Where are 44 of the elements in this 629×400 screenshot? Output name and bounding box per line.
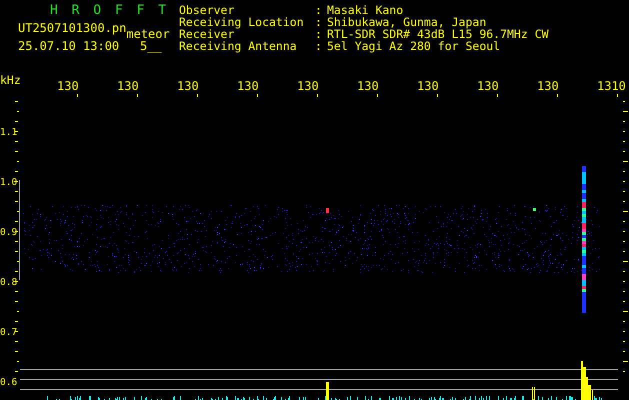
frequency-tick [257,94,258,97]
file-name: UT2507101300.pn [18,21,126,37]
info-value: Shibukawa, Gunma, Japan [327,16,486,28]
frequency-tick [317,94,318,97]
time-label: 0.7 [0,327,18,338]
frequency-tick [437,94,438,97]
info-value: Masaki Kano [327,4,404,16]
frequency-label: 130 [537,79,559,93]
info-value: 5el Yagi Az 280 for Seoul [327,40,500,52]
timestamp: 25.07.10 13:00 [18,39,120,53]
app-title: H R O F F T [49,4,170,18]
info-label: Receiving Antenna [179,40,298,52]
frequency-tick [377,94,378,97]
frequency-label: 1310 [597,79,626,93]
time-label: 1.1 [0,127,18,138]
frequency-tick [197,94,198,97]
info-label: Observer [179,4,236,16]
frequency-label: 130 [297,79,319,93]
frequency-tick [77,94,78,97]
time-label: 1.0 [0,177,18,188]
frequency-tick [497,94,498,97]
time-label: 0.6 [0,377,18,388]
info-label: Receiver [179,28,234,40]
frequency-tick [617,94,618,97]
frequency-label: 130 [237,79,259,93]
time-label: 0.8 [0,277,18,288]
frequency-tick [137,94,138,97]
frequency-label: 130 [357,79,379,93]
event-count: 5__ [140,39,162,53]
info-colon: : [315,40,323,52]
frequency-label: 130 [117,79,139,93]
event-type: meteor [126,27,170,41]
frequency-label: 130 [477,79,499,93]
time-label: 0.9 [0,227,18,238]
frequency-label: 130 [57,79,79,93]
info-colon: : [315,16,323,28]
axis-unit: kHz [0,73,21,87]
frequency-label: 130 [417,79,439,93]
frequency-label: 130 [177,79,199,93]
frequency-tick [557,94,558,97]
info-colon: : [315,4,323,16]
info-colon: : [315,28,323,40]
info-label: Receiving Location [179,16,305,28]
info-value: RTL-SDR SDR# 43dB L15 96.7MHz CW [327,28,549,40]
